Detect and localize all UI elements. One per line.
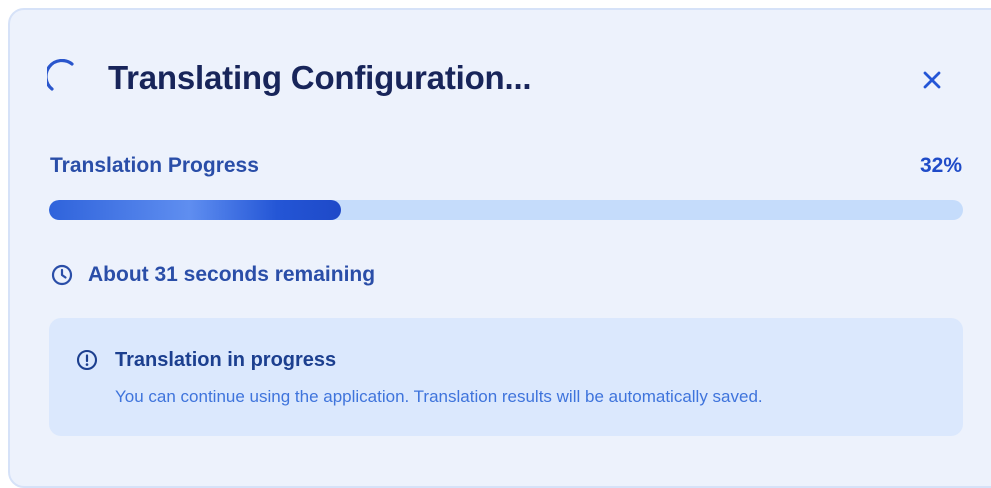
notice-message: You can continue using the application. … [115, 387, 763, 406]
info-circle-icon [76, 349, 98, 371]
close-icon [923, 71, 941, 89]
close-button[interactable] [914, 62, 950, 98]
progress-percent: 32% [919, 154, 962, 177]
loading-spinner-icon [47, 59, 74, 91]
progress-bar [49, 200, 963, 220]
dialog-title: Translating Configuration... [108, 59, 532, 96]
clock-icon [51, 264, 73, 286]
progress-label: Translation Progress [50, 154, 259, 177]
notice-title: Translation in progress [115, 349, 337, 371]
progress-bar-fill [49, 200, 342, 220]
notice-header: Translation in progress [75, 346, 336, 374]
dialog-header: Translating Configuration... [0, 0, 991, 150]
time-remaining: About 31 seconds remaining [50, 260, 375, 290]
time-remaining-text: About 31 seconds remaining [88, 263, 376, 286]
notice-box: Translation in progress You can continue… [49, 318, 963, 436]
